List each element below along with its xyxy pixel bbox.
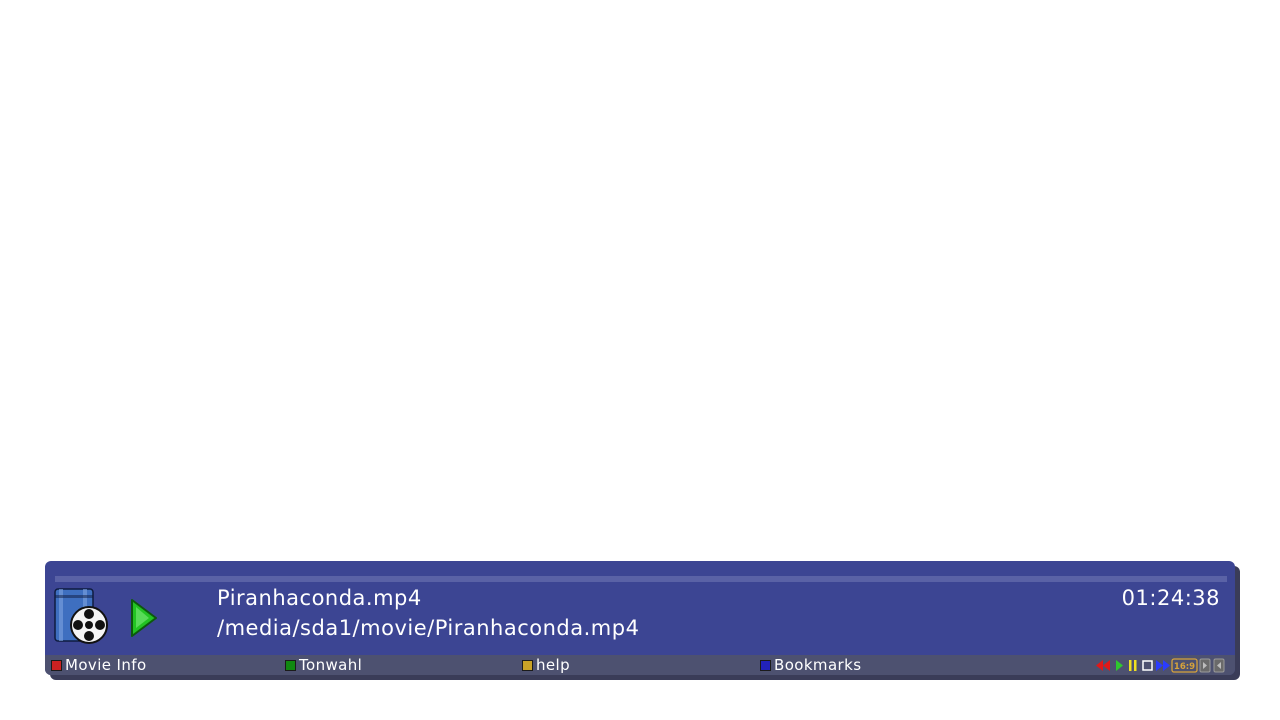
pause-icon <box>1129 660 1137 671</box>
movie-infobar: Piranhaconda.mp4 /media/sda1/movie/Piran… <box>45 561 1235 675</box>
color-button-bar: Movie Info Tonwahl help Bookmarks 16:9 <box>45 655 1235 675</box>
playback-status-icons: 16:9 <box>1096 658 1225 673</box>
green-key-label: Tonwahl <box>299 656 363 674</box>
progress-bar[interactable] <box>55 576 1227 582</box>
teletext-icon <box>1213 658 1225 673</box>
blue-button-icon <box>760 659 771 671</box>
play-icon <box>1116 660 1123 671</box>
subtitle-icon <box>1199 658 1211 673</box>
rewind-icon <box>1096 660 1110 671</box>
play-state-icon <box>131 599 157 637</box>
red-key-movie-info[interactable]: Movie Info <box>51 656 147 674</box>
red-button-icon <box>51 659 62 671</box>
movie-path: /media/sda1/movie/Piranhaconda.mp4 <box>217 616 640 640</box>
yellow-button-icon <box>522 659 533 671</box>
fast-forward-icon <box>1156 660 1170 671</box>
movie-reel-icon <box>54 588 108 644</box>
green-button-icon <box>285 659 296 671</box>
green-key-tonwahl[interactable]: Tonwahl <box>285 656 362 674</box>
stop-icon <box>1142 660 1153 671</box>
red-key-label: Movie Info <box>65 656 147 674</box>
time-display: 01:24:38 <box>1121 586 1220 610</box>
svg-text:16:9: 16:9 <box>1174 662 1195 672</box>
movie-title: Piranhaconda.mp4 <box>217 586 422 610</box>
yellow-key-help[interactable]: help <box>522 656 570 674</box>
yellow-key-label: help <box>536 656 571 674</box>
aspect-ratio-icon: 16:9 <box>1171 658 1198 673</box>
blue-key-label: Bookmarks <box>774 656 862 674</box>
blue-key-bookmarks[interactable]: Bookmarks <box>760 656 861 674</box>
